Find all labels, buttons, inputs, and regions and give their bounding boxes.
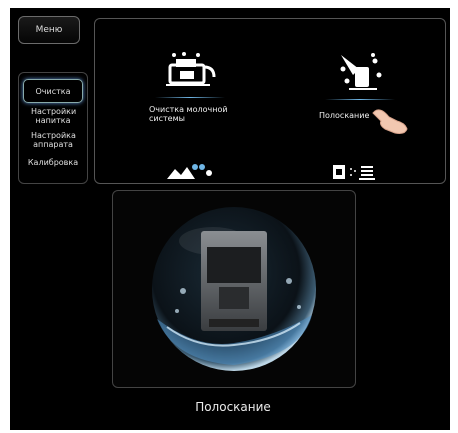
sidebar-item-label: Калибровка	[27, 158, 79, 167]
rinse-preview-panel	[112, 190, 356, 388]
tile-underline	[325, 99, 395, 100]
sidebar-item-cleaning[interactable]: Очистка	[23, 79, 83, 103]
sidebar-item-calibration[interactable]: Калибровка	[19, 158, 87, 167]
menu-button[interactable]: Меню	[18, 16, 80, 44]
sidebar-menu: Очистка Настройки напитка Настройка аппа…	[18, 72, 88, 184]
tile-rinse[interactable]: Полоскание	[315, 49, 425, 134]
sidebar-item-label: Настройка аппарата	[31, 131, 76, 149]
sidebar-item-label: Настройки напитка	[31, 107, 77, 125]
tile-filter[interactable]	[323, 159, 403, 183]
tile-underline	[155, 97, 225, 98]
menu-button-label: Меню	[35, 25, 63, 35]
tile-descaling[interactable]	[155, 159, 235, 183]
cleaning-options-panel: Очистка молочной системы Полоскание	[94, 18, 446, 184]
tile-label: Очистка молочной системы	[149, 105, 228, 123]
preview-caption: Полоскание	[195, 400, 271, 414]
rinse-icon	[340, 53, 382, 90]
descaling-icon	[167, 164, 212, 179]
touch-screen: Меню Очистка Настройки напитка Настройка…	[10, 8, 450, 430]
sidebar-item-machine-settings[interactable]: Настройка аппарата	[19, 131, 87, 149]
filter-icon	[333, 165, 375, 180]
coffee-machine-in-water-bubble-image	[152, 207, 316, 371]
milk-system-cleaning-icon	[166, 52, 216, 86]
sidebar-item-label: Очистка	[35, 86, 71, 96]
hand-pointer-icon	[372, 109, 408, 134]
sidebar-item-drink-settings[interactable]: Настройки напитка	[19, 107, 87, 125]
tile-milk-system-cleaning[interactable]: Очистка молочной системы	[135, 49, 245, 129]
